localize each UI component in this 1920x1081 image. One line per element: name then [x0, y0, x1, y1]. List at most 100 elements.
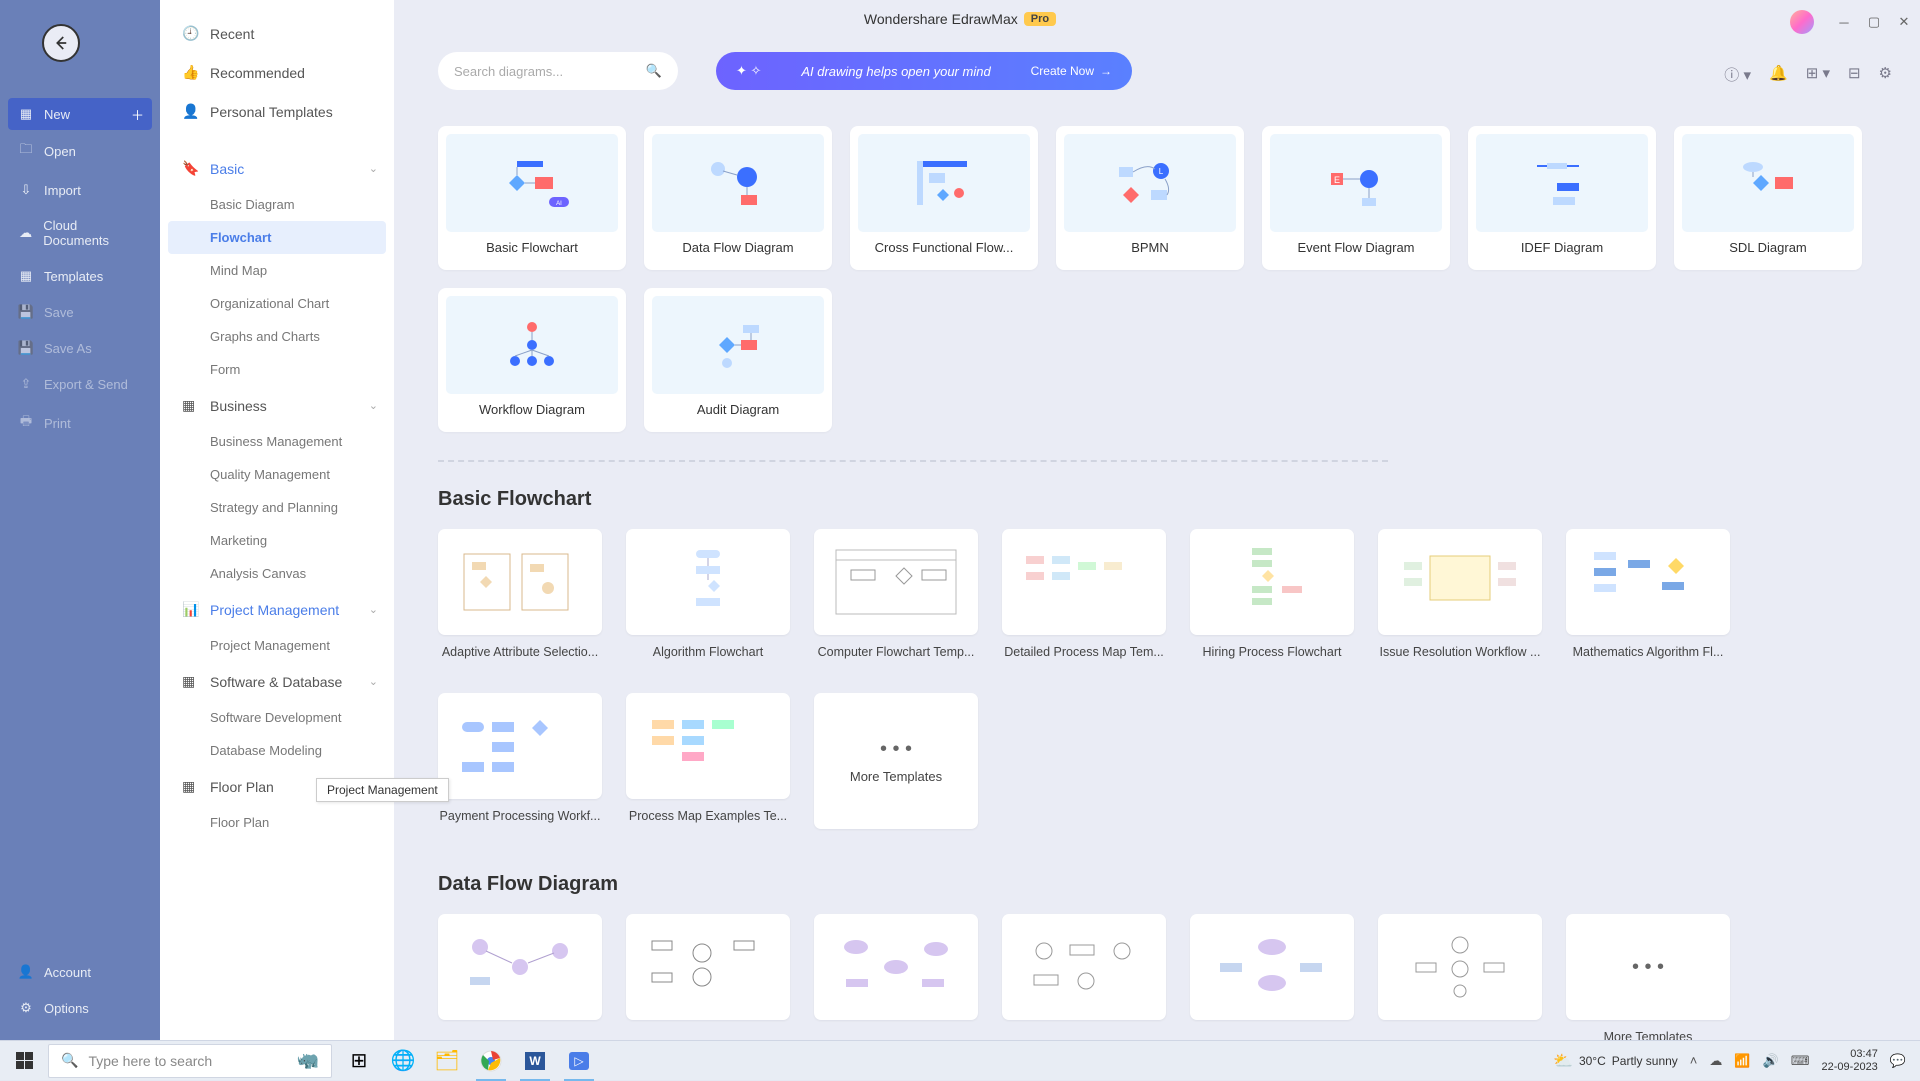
template-card[interactable]	[814, 914, 978, 1040]
app-title: Wondershare EdrawMax Pro	[864, 11, 1056, 27]
account-button[interactable]: 👤 Account	[0, 954, 160, 990]
tray-chevron-icon[interactable]: ˄	[1690, 1053, 1698, 1068]
type-card-dfd[interactable]: Data Flow Diagram	[644, 126, 832, 270]
import-button[interactable]: ⇩ Import	[0, 172, 160, 208]
saveas-button[interactable]: 💾 Save As	[0, 330, 160, 366]
graphs-item[interactable]: Graphs and Charts	[160, 320, 394, 353]
software-db-category[interactable]: ▦Software & Database⌄	[160, 662, 394, 701]
minimize-icon[interactable]: ─	[1836, 14, 1852, 30]
template-card[interactable]: Hiring Process Flowchart	[1190, 529, 1354, 659]
template-card[interactable]: Algorithm Flowchart	[626, 529, 790, 659]
export-icon: ⇪	[18, 376, 34, 392]
start-button[interactable]	[4, 1041, 44, 1081]
template-card[interactable]: Payment Processing Workf...	[438, 693, 602, 839]
notifications-icon[interactable]: 💬	[1890, 1053, 1906, 1069]
template-card[interactable]: Adaptive Attribute Selectio...	[438, 529, 602, 659]
ai-banner[interactable]: ✦ ✧ AI drawing helps open your mind Crea…	[716, 52, 1132, 90]
plus-square-icon: ▦	[18, 106, 34, 122]
bell-icon[interactable]: 🔔	[1769, 64, 1788, 85]
language-icon[interactable]: ⌨	[1791, 1053, 1810, 1069]
template-card[interactable]: Issue Resolution Workflow ...	[1378, 529, 1542, 659]
recommended-item[interactable]: 👍Recommended	[160, 53, 394, 92]
type-card-crossfunc[interactable]: Cross Functional Flow...	[850, 126, 1038, 270]
analysis-item[interactable]: Analysis Canvas	[160, 557, 394, 590]
top-row: Search diagrams... 🔍 ✦ ✧ AI drawing help…	[438, 52, 1876, 90]
type-card-sdl[interactable]: SDL Diagram	[1674, 126, 1862, 270]
type-card-workflow[interactable]: Workflow Diagram	[438, 288, 626, 432]
more-templates-card[interactable]: • • •More Templates	[814, 693, 978, 839]
volume-icon[interactable]: 🔊	[1763, 1053, 1779, 1069]
rhino-icon: 🦏	[297, 1050, 319, 1071]
export-button[interactable]: ⇪ Export & Send	[0, 366, 160, 402]
more-templates-card-dfd[interactable]: • • •More Templates	[1566, 914, 1730, 1040]
business-mgmt-item[interactable]: Business Management	[160, 425, 394, 458]
settings-icon[interactable]: ⚙	[1879, 64, 1892, 85]
marketing-item[interactable]: Marketing	[160, 524, 394, 557]
type-card-idef[interactable]: IDEF Diagram	[1468, 126, 1656, 270]
db-model-item[interactable]: Database Modeling	[160, 734, 394, 767]
pm-label: Project Management	[210, 602, 339, 618]
clock[interactable]: 03:4722-09-2023	[1822, 1048, 1878, 1074]
pm-sub-item[interactable]: Project Management	[160, 629, 394, 662]
grid-icon[interactable]: ⊞ ▾	[1806, 64, 1830, 85]
edrawmax-icon[interactable]: ▷	[558, 1041, 600, 1081]
template-card[interactable]	[1002, 914, 1166, 1040]
basic-category[interactable]: 🔖Basic⌄	[160, 149, 394, 188]
onedrive-icon[interactable]: ☁	[1709, 1053, 1722, 1069]
taskview-icon[interactable]: ⊞	[338, 1041, 380, 1081]
taskbar-search[interactable]: 🔍Type here to search🦏	[48, 1044, 332, 1078]
business-category[interactable]: ▦Business⌄	[160, 386, 394, 425]
type-card-audit[interactable]: Audit Diagram	[644, 288, 832, 432]
new-label: New	[44, 107, 70, 122]
floorplan-item[interactable]: Floor Plan	[160, 806, 394, 839]
cloud-documents-button[interactable]: ☁ Cloud Documents	[0, 208, 160, 258]
search-input[interactable]: Search diagrams... 🔍	[438, 52, 678, 90]
mindmap-item[interactable]: Mind Map	[160, 254, 394, 287]
template-card[interactable]	[1378, 914, 1542, 1040]
sw-dev-item[interactable]: Software Development	[160, 701, 394, 734]
type-card-eventflow[interactable]: EEvent Flow Diagram	[1262, 126, 1450, 270]
project-management-category[interactable]: 📊Project Management⌄	[160, 590, 394, 629]
window-controls: ─ ▢ ✕	[1790, 10, 1912, 34]
avatar[interactable]	[1790, 10, 1814, 34]
strategy-item[interactable]: Strategy and Planning	[160, 491, 394, 524]
template-card[interactable]: Detailed Process Map Tem...	[1002, 529, 1166, 659]
type-card-basic-flowchart[interactable]: AIBasic Flowchart	[438, 126, 626, 270]
personal-templates-item[interactable]: 👤Personal Templates	[160, 92, 394, 131]
business-mgmt-label: Business Management	[210, 434, 342, 449]
explorer-icon[interactable]: 🗂	[426, 1041, 468, 1081]
divider	[438, 460, 1388, 462]
open-button[interactable]: 🗀 Open	[0, 130, 160, 172]
flowchart-item[interactable]: Flowchart	[168, 221, 386, 254]
print-button[interactable]: 🖶 Print	[0, 402, 160, 444]
template-card[interactable]: Process Map Examples Te...	[626, 693, 790, 839]
template-label: Algorithm Flowchart	[626, 645, 790, 659]
section-title-dfd: Data Flow Diagram	[438, 873, 1876, 896]
weather-widget[interactable]: ⛅30°C Partly sunny	[1553, 1051, 1678, 1071]
form-item[interactable]: Form	[160, 353, 394, 386]
type-card-bpmn[interactable]: LBPMN	[1056, 126, 1244, 270]
wifi-icon[interactable]: 📶	[1734, 1053, 1750, 1069]
apps-icon[interactable]: ⊟	[1848, 64, 1861, 85]
edge-icon[interactable]: 🌐	[382, 1041, 424, 1081]
template-card[interactable]	[1190, 914, 1354, 1040]
new-button[interactable]: ▦ New ＋	[8, 98, 152, 130]
options-button[interactable]: ⚙ Options	[0, 990, 160, 1026]
quality-mgmt-item[interactable]: Quality Management	[160, 458, 394, 491]
orgchart-item[interactable]: Organizational Chart	[160, 287, 394, 320]
close-icon[interactable]: ✕	[1896, 14, 1912, 30]
templates-button[interactable]: ▦ Templates	[0, 258, 160, 294]
save-button[interactable]: 💾 Save	[0, 294, 160, 330]
template-card[interactable]: Computer Flowchart Temp...	[814, 529, 978, 659]
template-card[interactable]	[438, 914, 602, 1040]
word-icon[interactable]: W	[514, 1041, 556, 1081]
strategy-label: Strategy and Planning	[210, 500, 338, 515]
maximize-icon[interactable]: ▢	[1866, 14, 1882, 30]
basic-diagram[interactable]: Basic Diagram	[160, 188, 394, 221]
chrome-icon[interactable]	[470, 1041, 512, 1081]
gear-icon: ⚙	[18, 1000, 34, 1016]
template-card[interactable]	[626, 914, 790, 1040]
template-card[interactable]: Mathematics Algorithm Fl...	[1566, 529, 1730, 659]
help-icon[interactable]: ⓘ ▾	[1724, 64, 1751, 85]
create-now-button[interactable]: Create Now →	[1031, 64, 1112, 78]
